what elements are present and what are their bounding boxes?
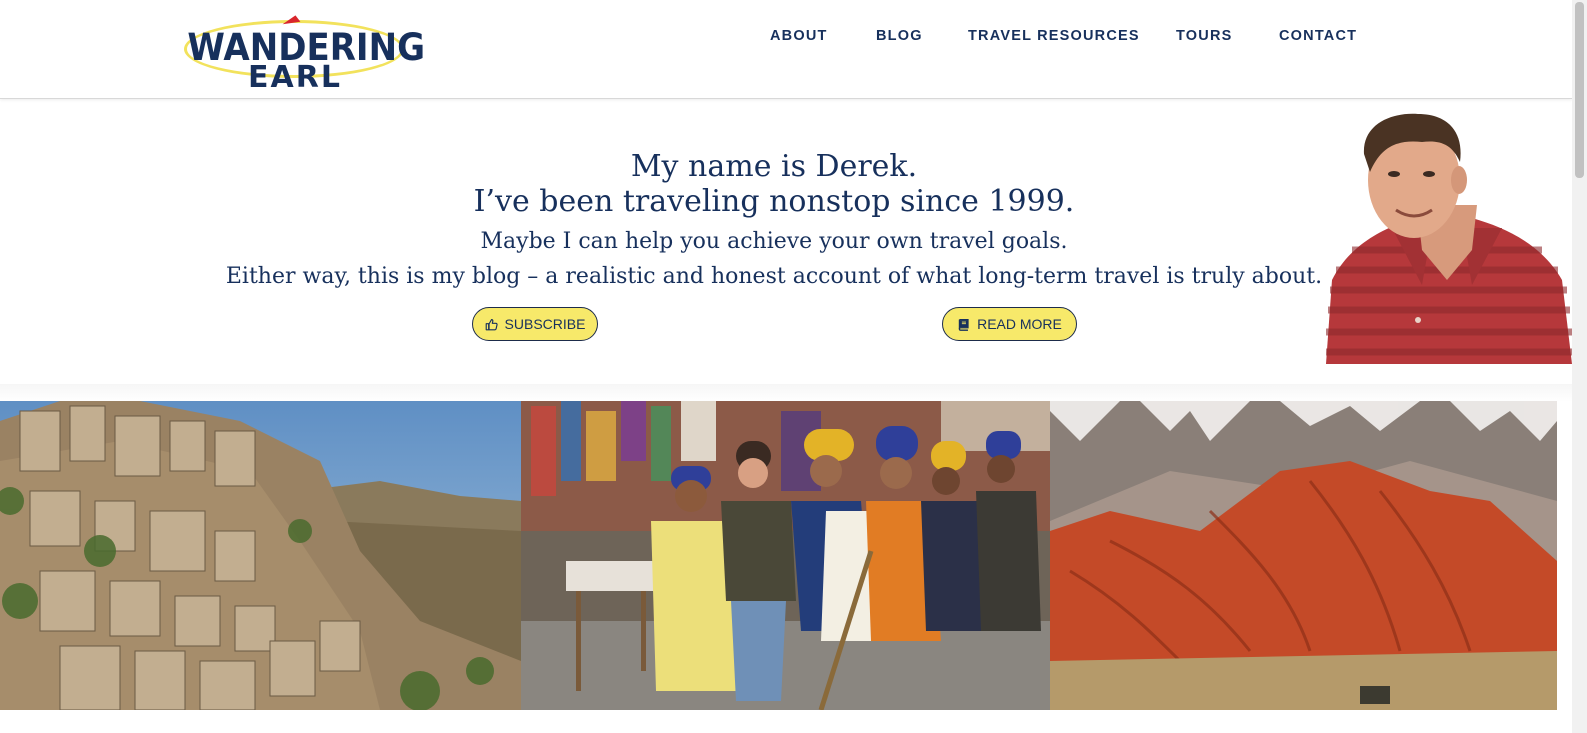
page-bottom — [0, 710, 1572, 733]
hero-heading-name: My name is Derek. — [630, 149, 918, 184]
read-more-label: READ MORE — [977, 316, 1062, 332]
subscribe-button[interactable]: SUBSCRIBE — [472, 307, 598, 341]
photo-street-group — [521, 401, 1050, 710]
nav-travel-resources[interactable]: TRAVEL RESOURCES — [968, 28, 1140, 44]
thumbs-up-icon — [485, 318, 498, 330]
logo-text-earl: EARL — [248, 60, 342, 95]
subscribe-label: SUBSCRIBE — [504, 316, 586, 332]
nav-about[interactable]: ABOUT — [770, 28, 828, 44]
nav-blog[interactable]: BLOG — [876, 28, 923, 44]
photo-mountain-village — [0, 401, 521, 710]
author-portrait — [1322, 110, 1572, 364]
site-logo[interactable]: WANDERING EARL — [178, 14, 425, 95]
photo-red-mountains — [1050, 401, 1557, 710]
nav-contact[interactable]: CONTACT — [1279, 28, 1357, 44]
read-more-button[interactable]: READ MORE — [942, 307, 1077, 341]
page-scrollbar[interactable] — [1572, 0, 1587, 733]
hero-heading-since: I’ve been traveling nonstop since 1999. — [473, 184, 1075, 219]
book-icon — [958, 318, 969, 331]
scrollbar-thumb[interactable] — [1575, 2, 1584, 178]
nav-tours[interactable]: TOURS — [1176, 28, 1233, 44]
hero-description: Either way, this is my blog – a realisti… — [225, 264, 1323, 289]
section-divider — [0, 384, 1572, 402]
hero-subtitle: Maybe I can help you achieve your own tr… — [480, 229, 1068, 254]
site-header: WANDERING EARL ABOUT BLOG TRAVEL RESOURC… — [0, 0, 1572, 99]
